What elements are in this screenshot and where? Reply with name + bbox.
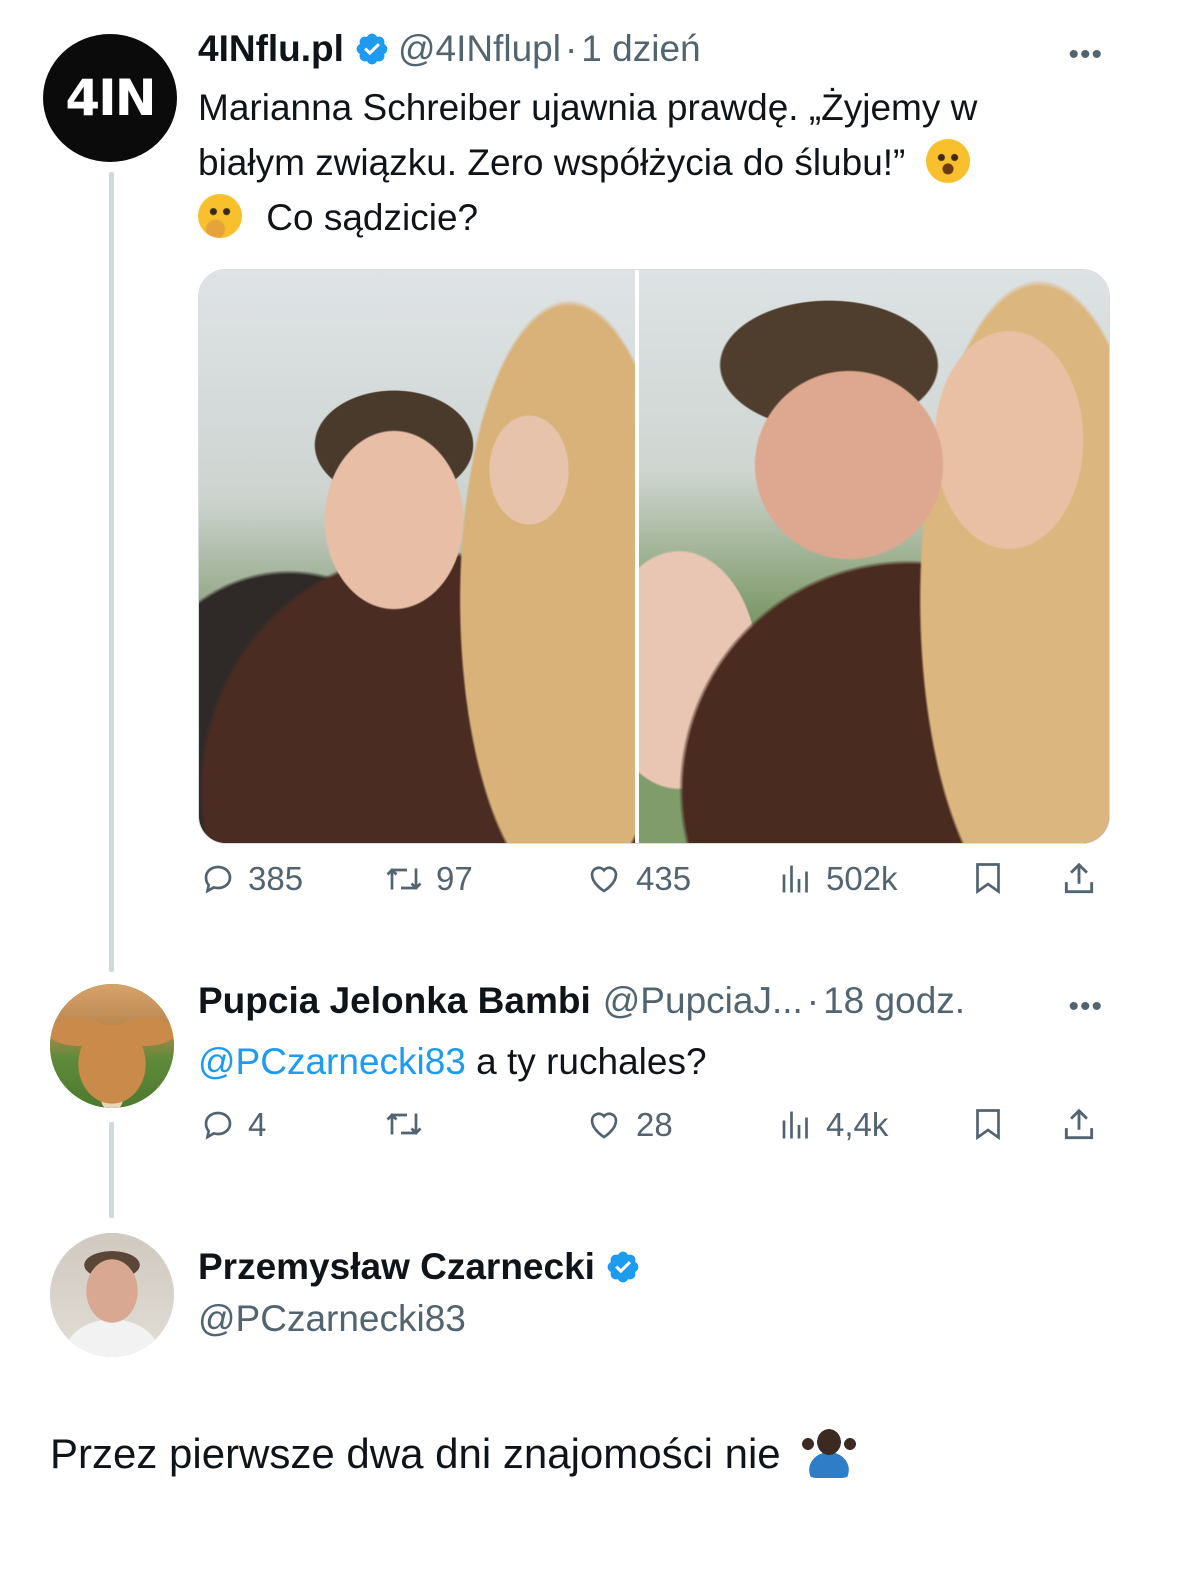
- author-handle[interactable]: @4INflupl: [398, 28, 561, 70]
- author-handle[interactable]: @PupciaJ...: [603, 980, 803, 1022]
- bookmark-icon: [976, 1109, 1000, 1141]
- tweet-text-line-content: Co sądzicie?: [266, 197, 479, 238]
- avatar-logo-text: 4IN: [65, 69, 156, 127]
- focused-tweet-text: Przez pierwsze dwa dni znajomości nie: [50, 1428, 857, 1478]
- heart-icon: [590, 866, 618, 893]
- person-shrugging-emoji-icon: [802, 1428, 857, 1478]
- tweet-text-line: Co sądzicie?: [198, 190, 1108, 245]
- tweet-header: 4INflu.pl @4INflupl · 1 dzień: [198, 28, 701, 70]
- tweet-text: Marianna Schreiber ujawnia prawdę. „Żyje…: [198, 80, 1108, 245]
- focused-header: Przemysław Czarnecki: [198, 1246, 649, 1288]
- verified-badge-icon: [356, 33, 388, 65]
- avatar[interactable]: 4IN: [43, 34, 177, 162]
- tweet-text-line: białym związku. Zero współżycia do ślubu…: [198, 135, 1108, 190]
- tweet-media[interactable]: [198, 269, 1110, 844]
- views-button[interactable]: 502k: [778, 860, 898, 898]
- like-count: 28: [636, 1106, 673, 1143]
- like-button[interactable]: 435: [584, 860, 691, 898]
- retweet-button[interactable]: 97: [384, 860, 473, 898]
- thinking-face-emoji-icon: [198, 194, 242, 238]
- reply-bubble-icon: [204, 1111, 232, 1140]
- like-button[interactable]: 28: [584, 1106, 673, 1144]
- author-name[interactable]: Przemysław Czarnecki: [198, 1246, 595, 1288]
- avatar-deer-image: [50, 984, 174, 1108]
- tweet-text-line: Marianna Schreiber ujawnia prawdę. „Żyje…: [198, 87, 978, 128]
- tweet-time[interactable]: 1 dzień: [581, 28, 700, 70]
- views-bars-icon: [782, 865, 808, 893]
- heart-icon: [590, 1112, 618, 1139]
- bookmark-button[interactable]: [970, 860, 1006, 896]
- separator-dot: ·: [806, 980, 820, 1021]
- reply-count: 385: [248, 860, 304, 897]
- tweet-text-line-content: białym związku. Zero współżycia do ślubu…: [198, 142, 906, 183]
- reply-count: 4: [248, 1106, 267, 1143]
- reply-header: Pupcia Jelonka Bambi @PupciaJ... · 18 go…: [198, 980, 965, 1022]
- share-button[interactable]: [1060, 860, 1098, 898]
- views-bars-icon: [782, 1111, 808, 1139]
- tweet-photo-left[interactable]: [199, 270, 635, 843]
- share-button[interactable]: [1060, 1106, 1098, 1144]
- verified-badge-icon: [607, 1251, 639, 1283]
- retweet-icon: [386, 868, 422, 890]
- tweet-photo-right[interactable]: [639, 270, 1109, 843]
- views-count: 502k: [826, 860, 898, 897]
- reply-actions: 4 28 4,4k: [198, 1106, 1108, 1166]
- tweet-actions: 385 97 435 502k: [198, 860, 1108, 920]
- retweet-count: 97: [436, 860, 473, 897]
- focused-handle-row: @PCzarnecki83: [198, 1298, 466, 1340]
- more-options-icon[interactable]: •••: [1068, 38, 1103, 72]
- bookmark-icon: [976, 863, 1000, 895]
- views-count: 4,4k: [826, 1106, 889, 1143]
- views-button[interactable]: 4,4k: [778, 1106, 888, 1144]
- author-name[interactable]: 4INflu.pl: [198, 28, 344, 70]
- reply-time[interactable]: 18 godz.: [823, 980, 965, 1022]
- reply-text: @PCzarnecki83 a ty ruchales?: [198, 1034, 1108, 1089]
- reply-text-content: a ty ruchales?: [465, 1041, 707, 1082]
- avatar[interactable]: [50, 1233, 174, 1357]
- thread-line: [109, 172, 114, 972]
- bookmark-button[interactable]: [970, 1106, 1006, 1142]
- mention-link[interactable]: @PCzarnecki83: [198, 1041, 466, 1082]
- share-icon: [1064, 1108, 1094, 1140]
- thread-line: [109, 1122, 114, 1218]
- like-count: 435: [636, 860, 692, 897]
- focused-text-content: Przez pierwsze dwa dni znajomości nie: [50, 1430, 781, 1477]
- reply-button[interactable]: 385: [200, 860, 303, 898]
- surprised-face-emoji-icon: [925, 139, 970, 183]
- share-icon: [1064, 862, 1094, 894]
- retweet-icon: [386, 1113, 422, 1135]
- author-handle[interactable]: @PCzarnecki83: [198, 1298, 466, 1340]
- retweet-button[interactable]: [384, 1106, 436, 1142]
- reply-button[interactable]: 4: [200, 1106, 266, 1144]
- avatar[interactable]: [50, 984, 174, 1108]
- more-options-icon[interactable]: •••: [1068, 990, 1103, 1024]
- separator-dot: ·: [564, 28, 578, 69]
- author-name[interactable]: Pupcia Jelonka Bambi: [198, 980, 591, 1022]
- avatar-portrait-image: [50, 1233, 174, 1357]
- reply-bubble-icon: [204, 865, 232, 894]
